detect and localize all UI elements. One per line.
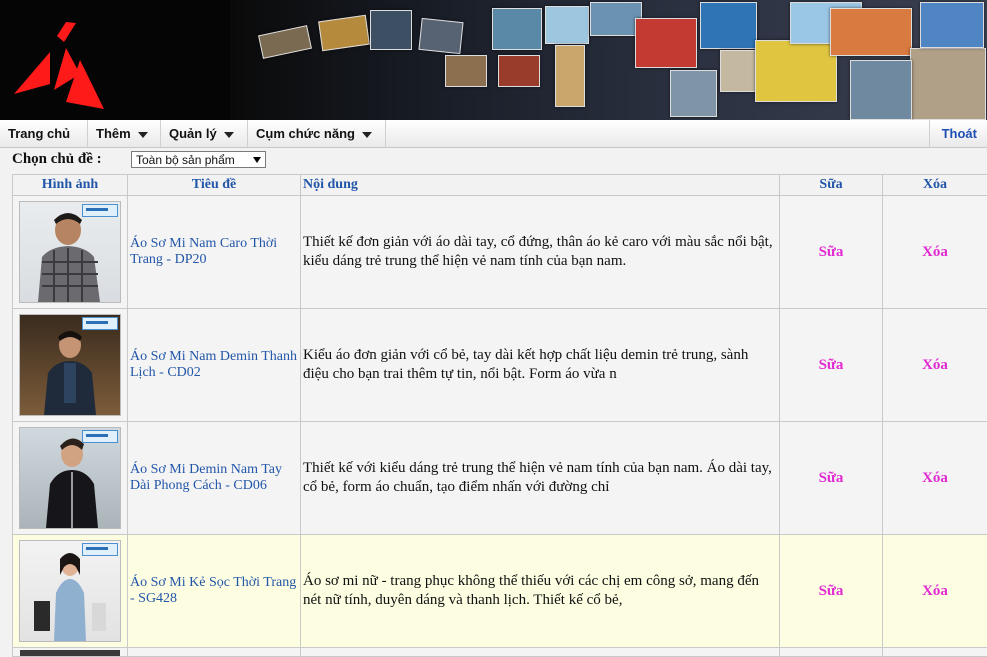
product-image[interactable] [20, 650, 120, 656]
product-title[interactable]: Áo Sơ Mi Nam Caro Thời Trang - DP20 [127, 195, 301, 309]
table-row [12, 647, 987, 657]
delete-button[interactable]: Xóa [882, 195, 987, 309]
product-photo [34, 553, 106, 641]
product-title[interactable]: Áo Sơ Mi Kẻ Sọc Thời Trang - SG428 [127, 534, 301, 648]
topic-select[interactable]: Toàn bộ sản phẩm [131, 151, 266, 168]
header-edit: Sữa [779, 174, 883, 196]
edit-button[interactable] [779, 647, 883, 657]
product-title[interactable] [127, 647, 301, 657]
nav-home[interactable]: Trang chủ [0, 120, 88, 147]
nav-functions-menu[interactable]: Cụm chức năng [248, 120, 386, 147]
table-row: Áo Sơ Mi Nam Caro Thời Trang - DP20 Thiế… [12, 195, 987, 309]
header-title: Tiêu đề [127, 174, 301, 196]
main-nav: Trang chủ Thêm Quản lý Cụm chức năng Tho… [0, 120, 987, 148]
product-title[interactable]: Áo Sơ Mi Nam Demin Thanh Lịch - CD02 [127, 308, 301, 422]
product-photo [46, 438, 98, 528]
chevron-down-icon [361, 131, 372, 138]
nav-add-label: Thêm [96, 126, 131, 141]
edit-button[interactable]: Sữa [779, 421, 883, 535]
delete-button[interactable]: Xóa [882, 308, 987, 422]
brand-badge [82, 317, 118, 330]
topic-filter: Chọn chủ đề : Toàn bộ sản phẩm [0, 148, 987, 174]
product-image[interactable] [19, 201, 121, 303]
nav-functions-label: Cụm chức năng [256, 126, 355, 141]
product-image[interactable] [19, 314, 121, 416]
edit-button[interactable]: Sữa [779, 308, 883, 422]
filter-label: Chọn chủ đề : [12, 151, 102, 167]
table-row: Áo Sơ Mi Kẻ Sọc Thời Trang - SG428 Áo sơ… [12, 534, 987, 648]
chevron-down-icon [223, 131, 234, 138]
nav-home-label: Trang chủ [8, 126, 71, 141]
brand-badge [82, 204, 118, 217]
header-content: Nội dung [300, 174, 780, 196]
product-content: Kiểu áo đơn giản với cổ bẻ, tay dài kết … [300, 308, 780, 422]
product-image[interactable] [19, 540, 121, 642]
nav-add-menu[interactable]: Thêm [88, 120, 161, 147]
delete-button[interactable]: Xóa [882, 421, 987, 535]
product-content: Áo sơ mi nữ - trang phục không thể thiếu… [300, 534, 780, 648]
product-content: Thiết kế với kiểu dáng trẻ trung thể hiệ… [300, 421, 780, 535]
image-cell [12, 534, 128, 648]
site-logo[interactable] [10, 14, 110, 110]
table-row: Áo Sơ Mi Nam Demin Thanh Lịch - CD02 Kiể… [12, 308, 987, 422]
brand-badge [82, 430, 118, 443]
image-cell [12, 421, 128, 535]
image-cell [12, 195, 128, 309]
nav-manage-label: Quản lý [169, 126, 217, 141]
header-image: Hình ảnh [12, 174, 128, 196]
product-title[interactable]: Áo Sơ Mi Demin Nam Tay Dài Phong Cách - … [127, 421, 301, 535]
edit-button[interactable]: Sữa [779, 534, 883, 648]
table-row: Áo Sơ Mi Demin Nam Tay Dài Phong Cách - … [12, 421, 987, 535]
brand-badge [82, 543, 118, 556]
image-cell [12, 308, 128, 422]
product-content [300, 647, 780, 657]
header-delete: Xóa [882, 174, 987, 196]
image-cell [12, 647, 128, 657]
nav-manage-menu[interactable]: Quản lý [161, 120, 248, 147]
chevron-down-icon [137, 131, 148, 138]
header-banner [0, 0, 987, 120]
product-image[interactable] [19, 427, 121, 529]
product-content: Thiết kế đơn giản với áo dài tay, cổ đứn… [300, 195, 780, 309]
topic-select-value: Toàn bộ sản phẩm [136, 153, 235, 167]
table-header-row: Hình ảnh Tiêu đề Nội dung Sữa Xóa [12, 174, 987, 196]
delete-button[interactable] [882, 647, 987, 657]
product-table: Hình ảnh Tiêu đề Nội dung Sữa Xóa Áo Sơ … [12, 174, 987, 657]
product-photo [44, 331, 96, 415]
product-photo [38, 213, 100, 302]
delete-button[interactable]: Xóa [882, 534, 987, 648]
edit-button[interactable]: Sữa [779, 195, 883, 309]
banner-photo-collage [230, 0, 987, 120]
dropdown-arrow-icon [253, 157, 261, 163]
logout-link[interactable]: Thoát [928, 120, 987, 147]
